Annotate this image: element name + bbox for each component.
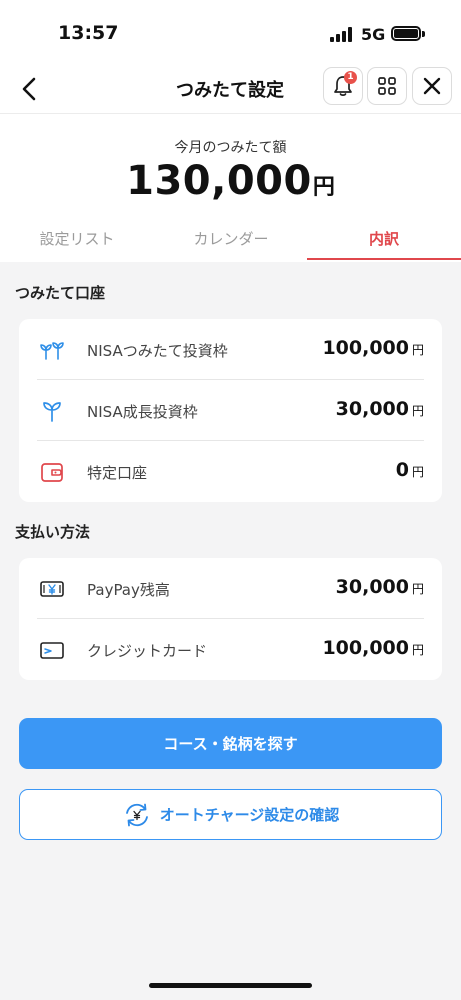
account-label: 特定口座 [87, 464, 148, 482]
monthly-amount-value: 130,000 [126, 158, 312, 204]
amount-unit: 円 [411, 582, 424, 596]
amount-value: 0 [395, 459, 409, 481]
close-button[interactable] [412, 67, 452, 105]
amount-unit: 円 [411, 404, 424, 418]
payments-card: PayPay残高 30,000 円 クレジットカード 100,000 円 [19, 558, 442, 680]
tab-settings-list[interactable]: 設定リスト [0, 216, 154, 262]
list-item[interactable]: クレジットカード 100,000 円 [19, 619, 442, 680]
list-item[interactable]: NISAつみたて投資枠 100,000 円 [19, 319, 442, 380]
battery-cap [422, 31, 425, 37]
amount-unit: 円 [411, 465, 424, 479]
payment-amount: 100,000 円 [322, 637, 424, 659]
auto-charge-label: オートチャージ設定の確認 [159, 806, 340, 824]
battery-icon [391, 26, 421, 41]
account-amount: 30,000 円 [336, 398, 424, 420]
credit-card-icon [39, 638, 65, 662]
back-button[interactable] [12, 72, 46, 106]
find-course-button[interactable]: コース・銘柄を探す [19, 718, 442, 769]
page-title: つみたて設定 [176, 80, 284, 101]
close-icon [423, 77, 441, 95]
notification-button[interactable]: 1 [323, 67, 363, 105]
accounts-card: NISAつみたて投資枠 100,000 円 NISA成長投資枠 30,000 円 特… [19, 319, 442, 502]
wallet-icon [39, 460, 65, 484]
amount-value: 100,000 [322, 337, 409, 359]
amount-value: 100,000 [322, 637, 409, 659]
accounts-section-title: つみたて口座 [15, 284, 106, 302]
sync-icon [125, 803, 148, 826]
amount-unit: 円 [411, 343, 424, 357]
payment-label: クレジットカード [87, 642, 208, 660]
tab-bar: 設定リスト カレンダー 内訳 [0, 216, 461, 262]
network-label: 5G [361, 25, 386, 44]
status-bar: 13:57 5G [0, 0, 461, 64]
home-indicator [149, 983, 312, 988]
chevron-left-icon [22, 77, 36, 101]
list-item[interactable]: 特定口座 0円 [19, 441, 442, 502]
yen-cash-icon [39, 577, 65, 601]
amount-value: 30,000 [335, 398, 409, 420]
tab-breakdown[interactable]: 内訳 [307, 216, 461, 262]
monthly-amount: 130,000円 [0, 158, 461, 204]
navigation-bar: つみたて設定 1 [0, 64, 461, 114]
monthly-amount-label: 今月のつみたて額 [174, 140, 287, 156]
tab-calendar[interactable]: カレンダー [154, 216, 308, 262]
signal-icon [330, 26, 354, 42]
payments-section-title: 支払い方法 [15, 523, 91, 541]
list-item[interactable]: PayPay残高 30,000 円 [19, 558, 442, 619]
notification-badge: 1 [344, 71, 357, 84]
account-label: NISAつみたて投資枠 [87, 342, 228, 360]
account-label: NISA成長投資枠 [87, 403, 198, 421]
payment-amount: 30,000 円 [336, 576, 424, 598]
menu-grid-button[interactable] [367, 67, 407, 105]
sprout-icon [39, 338, 65, 362]
payment-label: PayPay残高 [87, 581, 170, 599]
auto-charge-button[interactable]: オートチャージ設定の確認 [19, 789, 442, 840]
seedling-icon [39, 399, 65, 423]
amount-unit: 円 [411, 643, 424, 657]
monthly-amount-unit: 円 [312, 175, 335, 200]
grid-icon [378, 77, 396, 95]
status-time: 13:57 [58, 22, 119, 44]
account-amount: 100,000 円 [322, 337, 424, 359]
list-item[interactable]: NISA成長投資枠 30,000 円 [19, 380, 442, 441]
amount-value: 30,000 [335, 576, 409, 598]
account-amount: 0円 [396, 459, 424, 481]
active-tab-indicator [307, 258, 461, 260]
